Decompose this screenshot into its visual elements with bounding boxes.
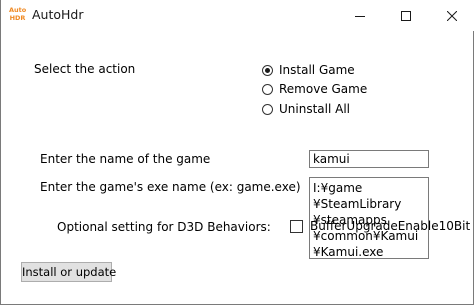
radio-remove-game-label: Remove Game xyxy=(279,82,368,96)
minimize-icon xyxy=(355,15,365,17)
radio-install-game[interactable]: Install Game xyxy=(260,62,355,78)
app-logo-text-top: Auto xyxy=(9,6,27,14)
close-icon xyxy=(447,10,457,21)
exe-name-line: ¥SteamLibrary xyxy=(313,197,402,211)
exe-name-line: I:¥game xyxy=(313,181,363,195)
exe-name-line: ¥Kamui.exe xyxy=(313,245,384,259)
buffer-upgrade-checkbox[interactable] xyxy=(290,220,303,233)
app-window: Auto HDR AutoHdr Select the action Insta… xyxy=(0,0,475,305)
maximize-button[interactable] xyxy=(383,0,429,31)
exe-name-label: Enter the game's exe name (ex: game.exe) xyxy=(40,180,301,194)
game-name-input[interactable]: kamui xyxy=(309,150,429,168)
exe-name-input[interactable]: I:¥game ¥SteamLibrary ¥steamapps ¥common… xyxy=(309,177,429,259)
radio-uninstall-all[interactable]: Uninstall All xyxy=(260,101,350,117)
select-action-label: Select the action xyxy=(34,62,136,76)
window-title: AutoHdr xyxy=(32,7,84,22)
radio-remove-game[interactable]: Remove Game xyxy=(260,81,367,97)
minimize-button[interactable] xyxy=(337,0,383,31)
app-logo-icon: Auto HDR xyxy=(9,6,26,24)
maximize-icon xyxy=(401,10,411,21)
close-button[interactable] xyxy=(429,0,475,31)
radio-button[interactable] xyxy=(262,83,273,95)
radio-uninstall-all-label: Uninstall All xyxy=(279,102,350,116)
install-or-update-button[interactable]: Install or update xyxy=(21,262,116,282)
title-bar[interactable]: Auto HDR AutoHdr xyxy=(1,0,475,31)
d3d-setting-label: Optional setting for D3D Behaviors: xyxy=(57,220,271,234)
radio-button[interactable] xyxy=(262,103,273,115)
app-logo-text-bottom: HDR xyxy=(9,14,26,22)
radio-button-checked[interactable] xyxy=(262,64,273,76)
radio-install-game-label: Install Game xyxy=(279,63,355,77)
buffer-upgrade-checkbox-label[interactable]: BufferUpgradeEnable10Bit xyxy=(310,219,470,233)
game-name-label: Enter the name of the game xyxy=(40,152,211,166)
